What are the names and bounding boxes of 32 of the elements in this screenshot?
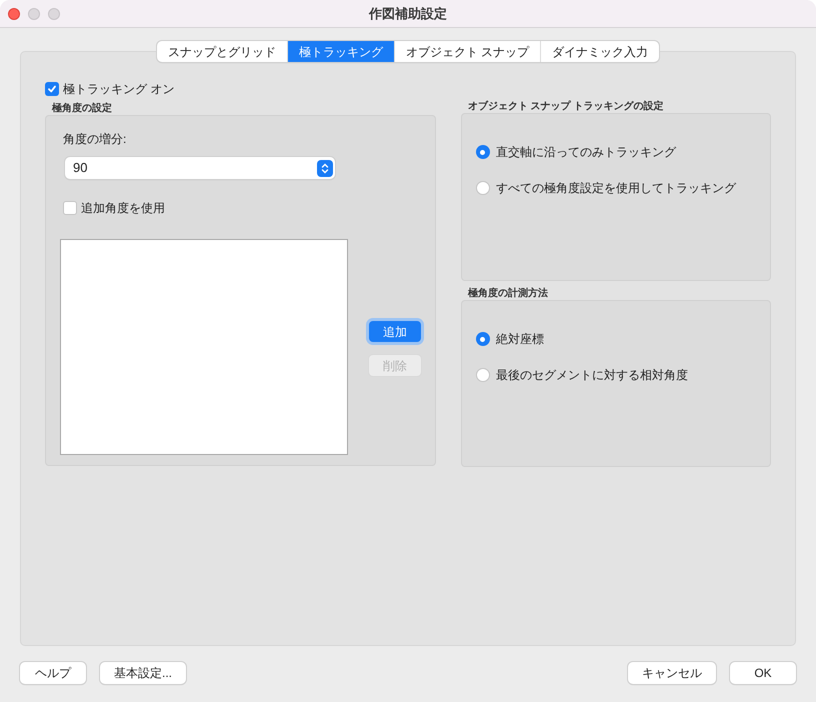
field-label: 角度の増分: <box>62 131 128 148</box>
ok-button[interactable]: OK <box>730 662 796 684</box>
cancel-button[interactable]: キャンセル <box>628 662 716 684</box>
minimize-button[interactable] <box>28 8 40 20</box>
tab[interactable]: 極トラッキング <box>286 41 394 62</box>
tab[interactable]: オブジェクト スナップ <box>394 41 540 62</box>
checkbox[interactable] <box>45 82 59 96</box>
stepper-icon <box>317 160 333 176</box>
checkbox-label: 極トラッキング オン <box>63 81 174 98</box>
radio-label: すべての極角度設定を使用してトラッキング <box>496 180 736 197</box>
checkmark-icon <box>47 84 57 94</box>
group-title: オブジェクト スナップ トラッキングの設定 <box>466 100 664 113</box>
angle-select[interactable]: 90 <box>65 157 335 179</box>
window-title: 作図補助設定 <box>369 4 447 23</box>
tab[interactable]: スナップとグリッド <box>156 41 287 62</box>
radio-label: 直交軸に沿ってのみトラッキング <box>496 144 676 161</box>
help-button[interactable]: ヘルプ <box>20 662 86 684</box>
close-button[interactable] <box>8 8 20 20</box>
add-button[interactable]: 追加 <box>369 321 421 342</box>
radio-label: 絶対座標 <box>496 331 544 348</box>
group-title: 極角度の計測方法 <box>466 287 549 300</box>
checkbox[interactable] <box>63 201 77 215</box>
preferences-button[interactable]: 基本設定... <box>100 662 186 684</box>
radio-button[interactable] <box>476 145 490 159</box>
group-title: 極角度の設定 <box>50 102 113 115</box>
zoom-button[interactable] <box>48 8 60 20</box>
radio-label: 最後のセグメントに対する相対角度 <box>496 367 688 384</box>
radio-button[interactable] <box>476 181 490 195</box>
angle-list[interactable] <box>60 239 348 455</box>
radio-button[interactable] <box>476 332 490 346</box>
radio-button[interactable] <box>476 368 490 382</box>
checkbox-label: 追加角度を使用 <box>81 200 165 217</box>
